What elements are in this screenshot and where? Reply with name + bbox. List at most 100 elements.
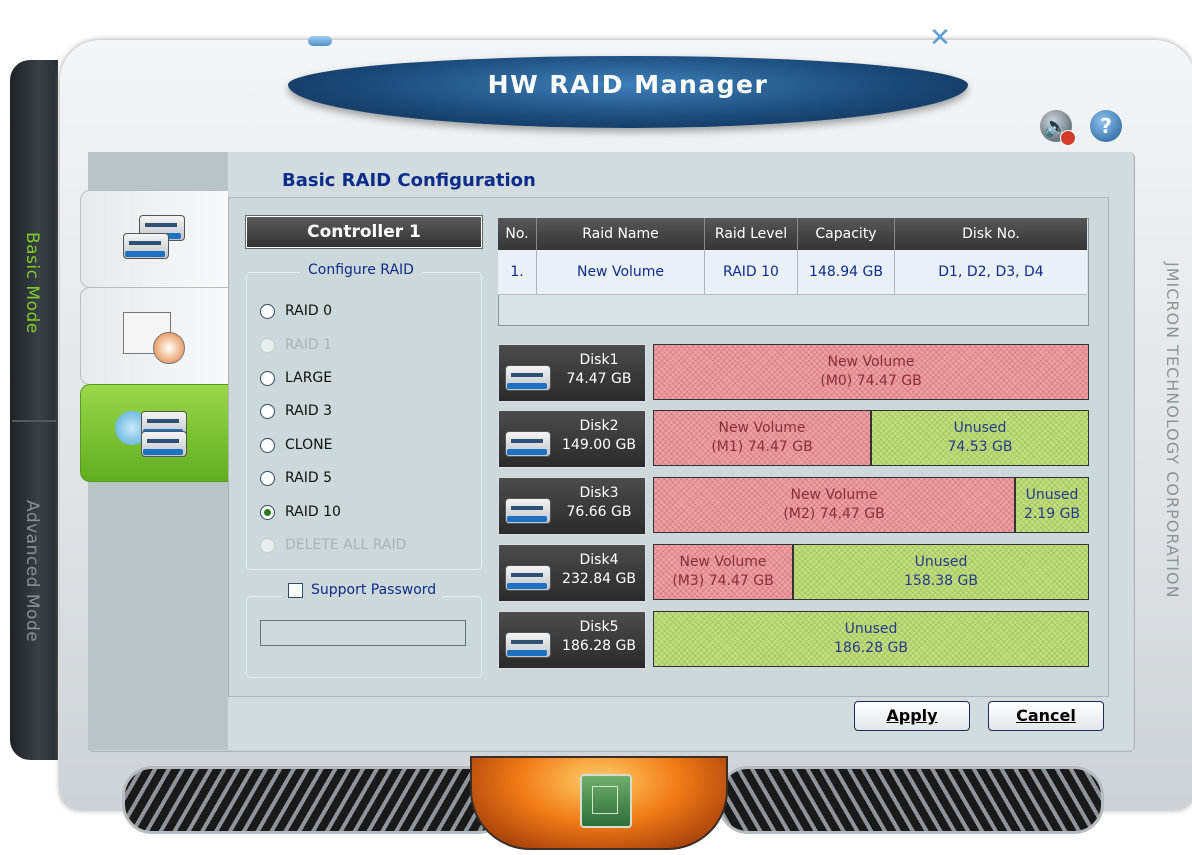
segment-size: 74.53 GB (947, 439, 1013, 455)
mute-badge-icon (1060, 130, 1076, 146)
hard-disk-icon (505, 425, 551, 459)
segment-size: (M3) 74.47 GB (672, 573, 774, 589)
close-icon[interactable]: ✕ (924, 24, 956, 52)
volume-segment[interactable]: New Volume (M0) 74.47 GB (653, 344, 1089, 400)
raid-option-2[interactable]: LARGE (260, 367, 332, 389)
apply-button[interactable]: Apply (854, 701, 970, 731)
raid-option-6[interactable]: RAID 10 (260, 501, 341, 523)
raid-option-5[interactable]: RAID 5 (260, 467, 332, 489)
unused-segment[interactable]: Unused 186.28 GB (653, 611, 1089, 667)
disk-name: Disk4 (579, 552, 619, 568)
segment-size: 158.38 GB (904, 573, 978, 589)
col-disk-no: Disk No. (962, 226, 1020, 242)
configure-raid-legend: Configure RAID (300, 262, 422, 278)
raid-option-label: RAID 0 (285, 303, 333, 319)
password-field[interactable] (260, 620, 466, 646)
radio-icon[interactable] (260, 470, 275, 486)
support-password-checkbox[interactable]: Support Password (282, 582, 443, 598)
radio-icon[interactable] (260, 370, 275, 386)
unused-segment[interactable]: Unused 2.19 GB (1015, 477, 1089, 533)
raid-option-7: DELETE ALL RAID (260, 534, 406, 556)
col-capacity: Capacity (798, 218, 895, 250)
segment-title: New Volume (790, 487, 878, 503)
segment-title: Unused (844, 621, 898, 637)
col-no: No. (498, 218, 537, 250)
minimize-icon[interactable] (308, 36, 332, 46)
segment-title: New Volume (718, 420, 806, 436)
raid-option-label: RAID 5 (285, 470, 333, 486)
cancel-button[interactable]: Cancel (988, 701, 1104, 731)
cell-disk-no: D1, D2, D3, D4 (938, 264, 1044, 280)
left-grille (122, 766, 508, 834)
mode-bar (10, 60, 58, 760)
disk-size: 186.28 GB (562, 638, 636, 654)
volume-segment[interactable]: New Volume (M2) 74.47 GB (653, 477, 1015, 533)
unused-segment[interactable]: Unused 158.38 GB (793, 544, 1089, 600)
disk-label[interactable]: Disk5 186.28 GB (498, 611, 646, 669)
hard-disk-icon (505, 559, 551, 593)
segment-size: (M1) 74.47 GB (711, 439, 813, 455)
volume-segment[interactable]: New Volume (M1) 74.47 GB (653, 410, 871, 466)
disk-size: 76.66 GB (566, 504, 632, 520)
page-title: Basic RAID Configuration (282, 170, 536, 191)
disk-size: 232.84 GB (562, 571, 636, 587)
basic-mode-tab[interactable]: Basic Mode (22, 232, 42, 334)
segment-title: Unused (1025, 487, 1079, 503)
advanced-mode-tab[interactable]: Advanced Mode (22, 500, 42, 642)
app-title: HW RAID Manager (487, 70, 769, 99)
disk-size: 74.47 GB (566, 371, 632, 387)
hard-disk-icon (505, 359, 551, 393)
disk-label[interactable]: Disk3 76.66 GB (498, 477, 646, 535)
disk-label[interactable]: Disk2 149.00 GB (498, 410, 646, 468)
radio-icon (260, 337, 275, 353)
raid-option-3[interactable]: RAID 3 (260, 400, 332, 422)
disk-label[interactable]: Disk4 232.84 GB (498, 544, 646, 602)
help-icon[interactable]: ? (1090, 110, 1122, 142)
disk-name: Disk1 (579, 352, 619, 368)
disk-name: Disk5 (579, 619, 619, 635)
speaker-mute-icon[interactable]: 🔈 (1040, 110, 1076, 146)
chip-icon (580, 774, 632, 828)
mode-divider (12, 420, 56, 422)
radio-icon[interactable] (260, 504, 275, 520)
segment-size: (M0) 74.47 GB (820, 373, 922, 389)
disk-size: 149.00 GB (562, 437, 636, 453)
raid-option-0[interactable]: RAID 0 (260, 300, 332, 322)
cell-capacity: 148.94 GB (798, 250, 895, 294)
hard-disk-icon (505, 626, 551, 660)
radio-icon[interactable] (260, 437, 275, 453)
controller-title: Controller 1 (246, 216, 482, 248)
unused-segment[interactable]: Unused 74.53 GB (871, 410, 1089, 466)
tab-raid-config[interactable] (80, 384, 229, 482)
clock-icon (153, 332, 185, 364)
radio-icon[interactable] (260, 403, 275, 419)
support-password-label: Support Password (311, 582, 437, 598)
col-raid-name: Raid Name (537, 218, 705, 250)
raid-option-1: RAID 1 (260, 334, 332, 356)
raid-option-4[interactable]: CLONE (260, 434, 332, 456)
raid-option-label: LARGE (285, 370, 333, 386)
corporation-label: JMICRON TECHNOLOGY CORPORATION (1163, 262, 1182, 599)
disk-name: Disk3 (579, 485, 619, 501)
raid-option-label: RAID 3 (285, 403, 333, 419)
raid-option-label: DELETE ALL RAID (285, 537, 407, 553)
raid-option-label: CLONE (285, 437, 333, 453)
segment-title: Unused (953, 420, 1007, 436)
radio-icon[interactable] (260, 303, 275, 319)
disk-stack-icon (141, 425, 187, 459)
raid-option-label: RAID 1 (285, 337, 333, 353)
cell-no: 1. (498, 250, 537, 294)
segment-title: New Volume (827, 354, 915, 370)
radio-icon (260, 537, 275, 553)
tab-raid-info[interactable] (80, 190, 229, 288)
right-grille (718, 766, 1104, 834)
disk-stack-icon (123, 227, 169, 261)
checkbox-icon[interactable] (288, 582, 303, 598)
cell-raid-level: RAID 10 (705, 250, 798, 294)
raid-option-label: RAID 10 (285, 504, 341, 520)
volume-segment[interactable]: New Volume (M3) 74.47 GB (653, 544, 793, 600)
cell-raid-name: New Volume (537, 250, 705, 294)
tab-schedule[interactable] (80, 287, 229, 385)
segment-size: 2.19 GB (1023, 506, 1081, 522)
disk-label[interactable]: Disk1 74.47 GB (498, 344, 646, 402)
